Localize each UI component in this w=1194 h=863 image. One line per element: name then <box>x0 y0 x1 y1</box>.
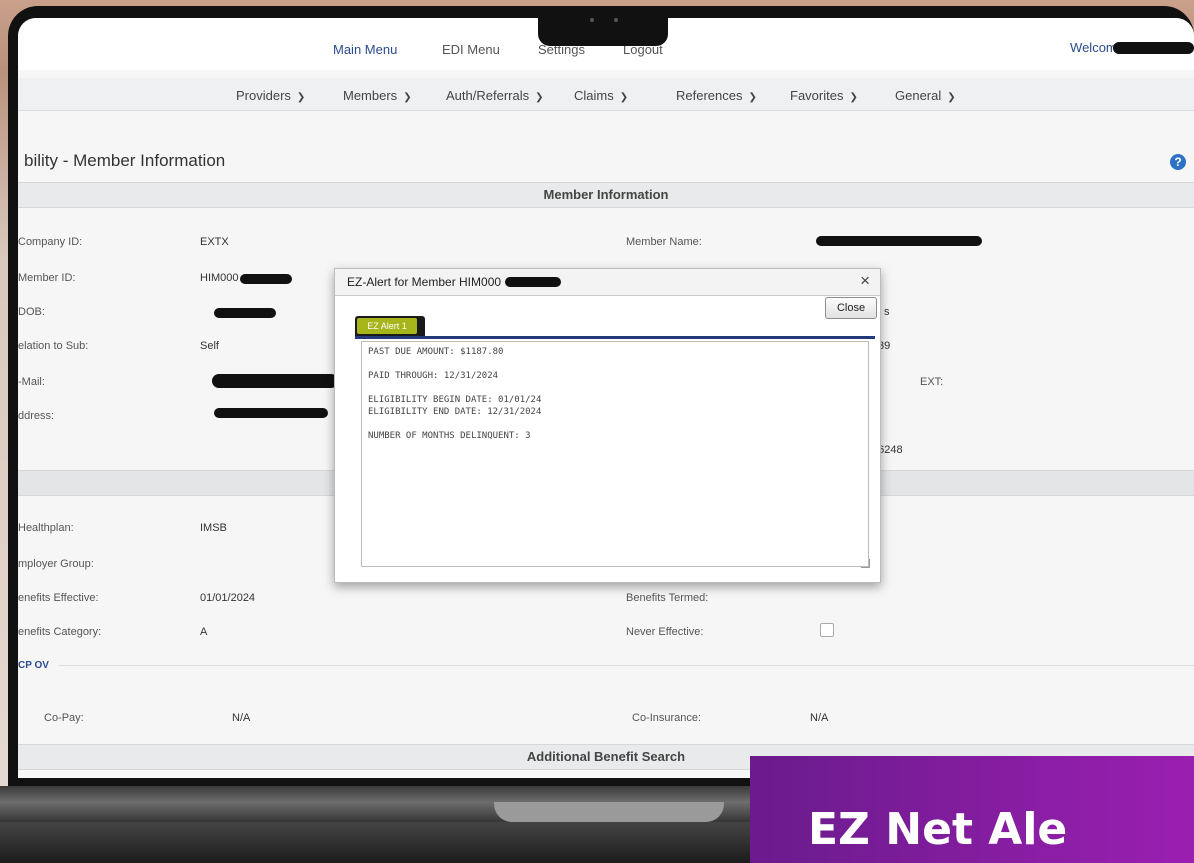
close-icon[interactable]: × <box>860 271 870 291</box>
coinsurance-value: N/A <box>810 712 829 724</box>
member-id-value: HIM000 <box>200 272 239 284</box>
pcp-ov-label: CP OV <box>18 660 49 671</box>
main-menubar: Providers ❯ Members ❯ Auth/Referrals ❯ Clai… <box>18 78 1194 111</box>
email-label: -Mail: <box>18 376 45 388</box>
redacted-member-name <box>816 236 982 246</box>
promo-banner: EZ Net Ale <box>750 756 1194 863</box>
page-title: bility - Member Information <box>24 151 226 170</box>
redacted-dob <box>214 308 276 318</box>
menu-auth-referrals-label: Auth/Referrals <box>446 88 530 103</box>
menu-members[interactable]: Members ❯ <box>343 88 412 103</box>
never-effective-checkbox[interactable] <box>820 623 834 637</box>
help-icon[interactable]: ? <box>1170 154 1186 170</box>
camera-notch <box>538 6 668 46</box>
dialog-title: EZ-Alert for Member HIM000 <box>347 275 502 289</box>
dob-label: DOB: <box>18 306 45 318</box>
tab-ez-alert-1-label: EZ Alert 1 <box>357 318 417 334</box>
camera-dot-icon <box>614 18 618 22</box>
menu-references[interactable]: References ❯ <box>676 88 757 103</box>
tab-underline <box>355 336 875 339</box>
menu-favorites-label: Favorites <box>790 88 844 103</box>
edi-menu-link[interactable]: EDI Menu <box>442 42 500 57</box>
chevron-down-icon: ❯ <box>619 92 629 103</box>
benefits-effective-label: enefits Effective: <box>18 592 99 604</box>
benefits-effective-value: 01/01/2024 <box>200 592 256 604</box>
copay-label: Co-Pay: <box>44 712 84 724</box>
chevron-down-icon: ❯ <box>535 92 544 103</box>
chevron-down-icon: ❯ <box>947 92 956 103</box>
company-id-value: EXTX <box>200 236 229 248</box>
benefits-category-label: enefits Category: <box>18 626 102 638</box>
chevron-down-icon: ❯ <box>403 92 412 103</box>
ext-label: EXT: <box>920 376 944 388</box>
redacted-address <box>214 408 328 418</box>
chevron-down-icon: ❯ <box>748 92 757 103</box>
close-button[interactable]: Close <box>825 297 877 319</box>
redacted-dialog-member-id <box>505 277 561 287</box>
chevron-down-icon: ❯ <box>849 92 858 103</box>
employer-group-label: mployer Group: <box>18 558 94 570</box>
menu-general-label: General <box>895 88 942 103</box>
menu-members-label: Members <box>343 88 398 103</box>
member-id-label: Member ID: <box>18 272 76 284</box>
pcp-divider <box>58 665 1194 666</box>
coinsurance-label: Co-Insurance: <box>632 712 702 724</box>
menu-general[interactable]: General ❯ <box>895 88 956 103</box>
copay-value: N/A <box>232 712 251 724</box>
promo-text: EZ Net Ale <box>808 804 1068 855</box>
member-name-label: Member Name: <box>626 236 702 248</box>
never-effective-label: Never Effective: <box>626 626 704 638</box>
company-id-label: Company ID: <box>18 236 83 248</box>
menu-providers[interactable]: Providers ❯ <box>236 88 305 103</box>
relation-value: Self <box>200 340 219 352</box>
app-screen: Main Menu EDI Menu Settings Logout Welco… <box>18 18 1194 778</box>
menu-claims[interactable]: Claims ❯ <box>574 88 628 103</box>
ez-alert-dialog: EZ-Alert for Member HIM000 × Close EZ Al… <box>334 268 881 583</box>
menu-auth-referrals[interactable]: Auth/Referrals ❯ <box>446 88 543 103</box>
benefits-termed-label: Benefits Termed: <box>626 592 709 604</box>
address-label: ddress: <box>18 410 55 422</box>
laptop-groove <box>494 802 724 822</box>
menu-favorites[interactable]: Favorites ❯ <box>790 88 858 103</box>
resize-handle-icon[interactable] <box>861 559 870 568</box>
camera-dot-icon <box>590 18 594 22</box>
dialog-header: EZ-Alert for Member HIM000 × <box>335 269 880 296</box>
benefits-category-value: A <box>200 626 208 638</box>
redacted-username <box>1113 42 1194 54</box>
main-menu-link[interactable]: Main Menu <box>333 42 397 57</box>
redacted-member-id <box>240 274 292 284</box>
menu-providers-label: Providers <box>236 88 291 103</box>
alert-text-area[interactable]: PAST DUE AMOUNT: $1187.80 PAID THROUGH: … <box>361 341 869 567</box>
member-info-header: Member Information <box>18 182 1194 208</box>
healthplan-value: IMSB <box>200 522 227 534</box>
menu-claims-label: Claims <box>574 88 614 103</box>
relation-label: elation to Sub: <box>18 340 89 352</box>
partial-value-s: s <box>884 306 890 318</box>
healthplan-label: Healthplan: <box>18 522 74 534</box>
menu-references-label: References <box>676 88 743 103</box>
redacted-email <box>212 374 338 388</box>
laptop-frame: Main Menu EDI Menu Settings Logout Welco… <box>0 0 1194 863</box>
chevron-down-icon: ❯ <box>296 92 306 103</box>
tab-ez-alert-1[interactable]: EZ Alert 1 <box>355 316 425 336</box>
